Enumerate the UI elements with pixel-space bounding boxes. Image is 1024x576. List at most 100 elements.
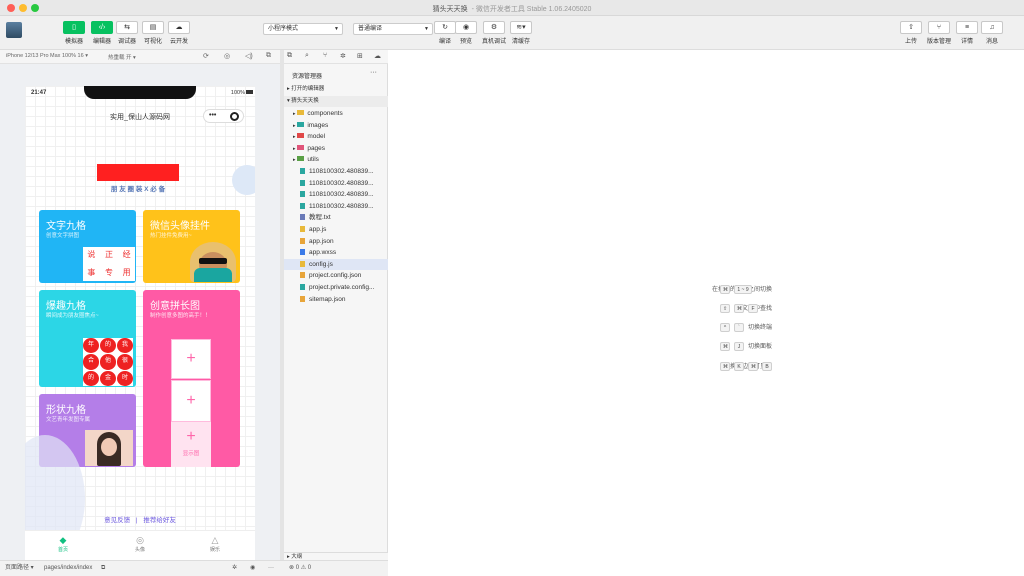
more-icon[interactable]: ••• — [209, 112, 216, 119]
debug-icon[interactable]: ✲ — [340, 52, 346, 60]
add-slot-icon[interactable]: + — [171, 380, 211, 422]
folder-item[interactable]: ▸ utils — [284, 154, 388, 165]
file-item[interactable]: 教程.txt — [284, 212, 388, 223]
page-path-select[interactable]: 页面路径 ▾ — [5, 561, 34, 576]
key-cap: 1 ~ 9 — [734, 285, 752, 294]
simulator-bar: iPhone 12/13 Pro Max 100% 16 ▾ 热重载 开 ▾ ⟳… — [0, 50, 280, 64]
card-fun-grid[interactable]: 爆趣九格 瞬间成为朋友圈焦点~ 年 的 我 合 他 很 的 金 时 — [39, 290, 136, 387]
add-slot-icon[interactable]: + 显示图 — [171, 422, 211, 467]
window-title: 猜头天天换 - 微信开发者工具 Stable 1.06.2405020 — [432, 6, 592, 13]
key-cap: ⌘ — [720, 342, 730, 351]
folder-icon — [297, 144, 305, 150]
folder-item[interactable]: ▸ components — [284, 108, 388, 119]
decor-circle — [232, 165, 255, 195]
banner-subtitle: 朋 友 圈 装 X 必 备 — [110, 186, 166, 193]
user-avatar[interactable] — [6, 22, 22, 38]
file-icon — [300, 168, 305, 174]
file-item[interactable]: 1108100302.480839... — [284, 178, 388, 189]
shortcut-hint: 在文件中查找⇧⌘F — [389, 303, 1024, 315]
tab-home[interactable]: ◆ 首页 — [53, 535, 73, 553]
upload-button[interactable]: ⇧ 上传 — [897, 21, 925, 45]
details-button[interactable]: ≡ 详情 — [953, 21, 981, 45]
file-item[interactable]: app.js — [284, 224, 388, 235]
file-icon — [300, 202, 305, 209]
eye-icon[interactable]: ◉ — [250, 561, 255, 576]
clear-cache-button[interactable]: ≋▾ 清缓存 — [507, 21, 535, 45]
problems-indicator[interactable]: ⊗ 0 ⚠ 0 — [284, 560, 388, 576]
file-item[interactable]: sitemap.json — [284, 294, 388, 305]
layers-icon: ≋▾ — [510, 21, 532, 34]
tab-fun[interactable]: △ 娱乐 — [205, 535, 225, 553]
file-icon — [300, 284, 305, 290]
capsule-button[interactable]: ••• — [203, 109, 244, 123]
key-cap: ` — [734, 323, 744, 332]
version-button[interactable]: ⑂ 版本管理 — [925, 21, 953, 45]
more-icon[interactable]: ··· — [268, 561, 274, 576]
extensions-icon[interactable]: ⊞ — [357, 52, 363, 60]
folder-item[interactable]: ▸ pages — [284, 143, 388, 154]
key-cap: J — [734, 342, 744, 351]
folder-icon — [297, 156, 305, 162]
key-cap: ⌘ — [720, 285, 730, 294]
explorer-header: 资源管理器 — [292, 74, 323, 80]
git-icon[interactable]: ⑂ — [323, 52, 327, 59]
feedback-link[interactable]: 意见反馈 — [104, 517, 130, 524]
key-cap: ⌘ — [734, 304, 744, 313]
folder-item[interactable]: ▸ model — [284, 131, 388, 142]
cloud-dev-button[interactable]: ☁ 云开发 — [164, 21, 194, 45]
open-editors-section[interactable]: ▸ 打开的编辑器 — [284, 84, 388, 95]
emoji-grid-preview: 年 的 我 合 他 很 的 金 时 — [83, 338, 133, 386]
explorer-tool-row: ⧉ ⌕ ⑂ ✲ ⊞ ☁ — [284, 50, 388, 64]
file-item[interactable]: 1108100302.480839... — [284, 201, 388, 212]
file-item[interactable]: 1108100302.480839... — [284, 189, 388, 200]
file-item[interactable]: 1108100302.480839... — [284, 166, 388, 177]
file-item[interactable]: project.config.json — [284, 270, 388, 281]
phone-notch — [84, 86, 196, 99]
more-icon[interactable]: ··· — [370, 69, 377, 76]
preview-button[interactable]: ◉ 预览 — [452, 21, 480, 45]
file-icon — [300, 179, 305, 186]
files-icon[interactable]: ⧉ — [287, 52, 292, 60]
bug-icon[interactable]: ✲ — [232, 561, 237, 576]
card-avatar-pendant[interactable]: 微信头像挂件 热门挂件免费用~ — [143, 210, 240, 283]
copy-icon[interactable]: ⧉ — [101, 561, 105, 576]
file-item[interactable]: app.wxss — [284, 247, 388, 258]
record-icon[interactable]: ◎ — [224, 52, 230, 60]
card-long-image[interactable]: 创意拼长图 制作创意多图的高手！！ + + + 显示图 — [143, 290, 240, 467]
rotate-icon[interactable]: ⟳ — [203, 52, 209, 60]
phone-screen: 21:47 100% 实用_保山人源码网 ••• 朋 友 圈 装 X 必 备 文… — [25, 86, 255, 562]
key-cap: ^ — [720, 323, 730, 332]
file-item[interactable]: app.json — [284, 236, 388, 247]
search-icon[interactable]: ⌕ — [305, 52, 309, 60]
recommend-link[interactable]: 推荐给好友 — [143, 517, 176, 524]
gear-icon: ⚙ — [483, 21, 505, 34]
mode-select[interactable]: 小程序模式 ▼ — [263, 23, 343, 35]
card-text-grid[interactable]: 文字九格 创意文字拼图 说 正 经 事 专 用 — [39, 210, 136, 283]
project-section[interactable]: ▾ 猜头天天换 — [284, 96, 388, 107]
simulator-toggle-button[interactable]: ▯ 模拟器 — [59, 21, 89, 45]
folder-item[interactable]: ▸ images — [284, 120, 388, 131]
footer-links: 意见反馈 | 推荐给好友 — [104, 517, 176, 524]
close-capsule-icon[interactable] — [230, 112, 239, 121]
shortcut-hint: 切换侧边栏可见性⌘K⌘B — [389, 361, 1024, 373]
key-cap: ⌘ — [748, 362, 758, 371]
remote-debug-button[interactable]: ⚙ 真机调试 — [480, 21, 508, 45]
code-icon: ‹/› — [91, 21, 113, 34]
file-item[interactable]: project.private.config... — [284, 282, 388, 293]
shape-photo-preview — [85, 430, 133, 466]
file-icon — [300, 295, 305, 302]
add-slot-icon[interactable]: + — [171, 339, 211, 379]
file-item[interactable]: config.js — [284, 258, 388, 270]
cloud-icon[interactable]: ☁ — [374, 52, 381, 60]
phone-icon: ▯ — [63, 21, 85, 34]
tab-avatar[interactable]: ◎ 头像 — [130, 535, 150, 553]
key-cap: ⌘ — [720, 362, 730, 371]
messages-button[interactable]: ♫ 消息 — [978, 21, 1006, 45]
mute-icon[interactable]: ◁) — [245, 52, 253, 60]
key-cap: F — [748, 304, 758, 313]
device-select[interactable]: iPhone 12/13 Pro Max 100% 16 ▾ — [6, 53, 88, 59]
compile-select[interactable]: 普通编译 ▼ — [353, 23, 433, 35]
key-cap: ⇧ — [720, 304, 730, 313]
hot-reload-select[interactable]: 热重载 开 ▾ — [108, 53, 136, 61]
popout-icon[interactable]: ⧉ — [266, 52, 271, 60]
